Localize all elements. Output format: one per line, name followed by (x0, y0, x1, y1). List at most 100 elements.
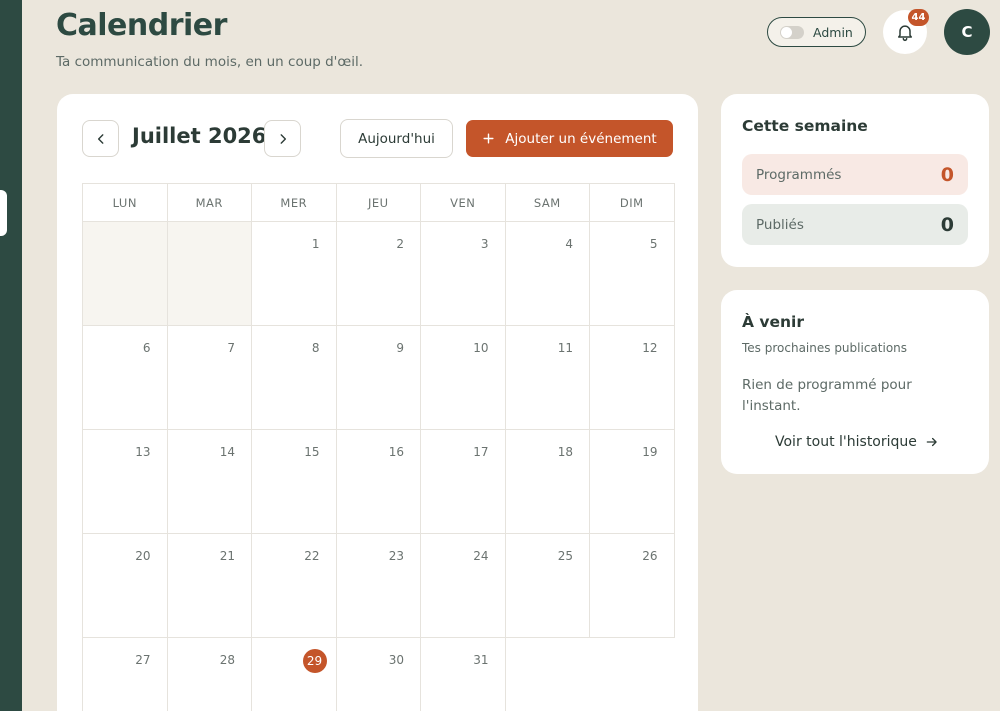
day-number: 17 (473, 445, 489, 459)
published-label: Publiés (756, 216, 804, 233)
calendar-card: Juillet 2026 Aujourd'hui Ajouter un évén… (57, 94, 698, 711)
day-number: 2 (396, 237, 404, 251)
weekday-header: SAM (505, 184, 590, 222)
scheduled-label: Programmés (756, 166, 842, 183)
calendar-day[interactable]: 23 (336, 534, 421, 638)
calendar-day[interactable]: 24 (421, 534, 506, 638)
weekday-header: MAR (167, 184, 252, 222)
chevron-left-icon (97, 133, 103, 144)
weekday-header: JEU (336, 184, 421, 222)
day-number: 5 (649, 237, 658, 251)
calendar-day[interactable]: 27 (83, 638, 168, 711)
day-number: 15 (304, 445, 320, 459)
calendar-day[interactable]: 14 (167, 430, 252, 534)
day-number: 23 (388, 549, 404, 563)
week-summary-title: Cette semaine (742, 117, 868, 135)
calendar-day[interactable]: 19 (590, 430, 675, 534)
weekday-header: VEN (421, 184, 506, 222)
calendar-day[interactable]: 16 (336, 430, 421, 534)
day-number: 25 (557, 549, 573, 563)
day-number: 28 (219, 653, 235, 667)
calendar-day[interactable]: 28 (168, 638, 252, 711)
upcoming-card: À venir Tes prochaines publications Rien… (721, 290, 989, 474)
calendar-day[interactable]: 13 (83, 430, 168, 534)
page-subtitle: Ta communication du mois, en un coup d'œ… (56, 54, 363, 70)
calendar-day[interactable]: 12 (590, 326, 675, 430)
history-link[interactable]: Voir tout l'historique (775, 434, 939, 450)
scheduled-value: 0 (940, 163, 954, 186)
calendar-day[interactable]: 3 (421, 222, 506, 326)
day-number: 30 (388, 653, 404, 667)
day-number: 16 (388, 445, 404, 459)
history-link-label[interactable]: Voir tout l'historique (775, 434, 917, 450)
calendar-day[interactable]: 22 (252, 534, 337, 638)
calendar-day[interactable]: 8 (252, 326, 337, 430)
day-number: 22 (304, 549, 320, 563)
chevron-right-icon (280, 133, 286, 144)
calendar-day[interactable]: 18 (505, 430, 590, 534)
day-number: 20 (135, 549, 151, 563)
admin-toggle[interactable]: Admin (767, 17, 866, 47)
prev-month-button[interactable] (82, 120, 119, 157)
weekday-header: MER (252, 184, 337, 222)
week-summary-card: Cette semaine Programmés 0 Publiés 0 (721, 94, 989, 267)
calendar-day[interactable]: 1 (252, 222, 337, 326)
day-number: 11 (557, 341, 573, 355)
day-number: 3 (480, 237, 489, 251)
day-number: 27 (135, 653, 151, 667)
calendar-day[interactable]: 15 (252, 430, 337, 534)
admin-toggle-label: Admin (813, 24, 853, 40)
weekday-header: LUN (83, 184, 168, 222)
calendar-day[interactable]: 10 (421, 326, 506, 430)
day-number: 18 (557, 445, 573, 459)
calendar-day-today[interactable]: 29 (252, 638, 337, 711)
calendar-day[interactable]: 26 (590, 534, 675, 638)
add-event-button[interactable]: Ajouter un événement (466, 120, 673, 157)
calendar-day[interactable]: 20 (83, 534, 168, 638)
calendar-day[interactable]: 9 (336, 326, 421, 430)
calendar-day[interactable]: 5 (590, 222, 675, 326)
calendar-day[interactable]: 17 (421, 430, 506, 534)
published-stat: Publiés 0 (742, 204, 968, 245)
day-number: 31 (473, 653, 489, 667)
calendar-day[interactable]: 31 (421, 638, 506, 711)
upcoming-subtitle: Tes prochaines publications (742, 341, 908, 355)
day-number: 8 (311, 341, 320, 355)
calendar-day[interactable]: 6 (83, 326, 168, 430)
calendar-day[interactable]: 30 (337, 638, 421, 711)
upcoming-empty-text: Rien de programmé pour l'instant. (742, 377, 912, 414)
today-button[interactable]: Aujourd'hui (340, 119, 453, 158)
today-day-number: 29 (302, 649, 327, 673)
add-event-label: Ajouter un événement (505, 130, 657, 147)
scheduled-stat: Programmés 0 (742, 154, 968, 195)
toggle-switch-icon[interactable] (780, 25, 804, 39)
day-number: 14 (219, 445, 235, 459)
day-number: 10 (473, 341, 489, 355)
day-number: 26 (642, 549, 658, 563)
month-label: Juillet 2026 (132, 124, 267, 148)
day-number: 9 (396, 341, 404, 355)
page-title: Calendrier (56, 8, 227, 43)
avatar[interactable]: C (944, 9, 990, 55)
arrow-right-icon (926, 437, 937, 447)
day-number: 12 (642, 341, 658, 355)
day-number: 4 (565, 237, 573, 251)
calendar-day-blank (505, 638, 590, 711)
calendar-day[interactable]: 7 (167, 326, 252, 430)
day-number: 19 (642, 445, 658, 459)
next-month-button[interactable] (264, 120, 301, 157)
upcoming-title: À venir (742, 313, 804, 331)
calendar-grid: LUN MAR MER JEU VEN SAM DIM 1 2 3 4 5 6 … (82, 183, 675, 711)
sidebar-active-tab[interactable] (0, 190, 7, 236)
calendar-day[interactable]: 21 (167, 534, 252, 638)
published-value: 0 (940, 213, 954, 236)
day-number: 7 (227, 341, 235, 355)
calendar-day-empty (83, 222, 168, 326)
calendar-day[interactable]: 25 (505, 534, 590, 638)
day-number: 1 (311, 237, 320, 251)
calendar-day-empty (167, 222, 252, 326)
calendar-day[interactable]: 4 (505, 222, 590, 326)
calendar-day[interactable]: 11 (505, 326, 590, 430)
day-number: 21 (219, 549, 235, 563)
calendar-day[interactable]: 2 (336, 222, 421, 326)
